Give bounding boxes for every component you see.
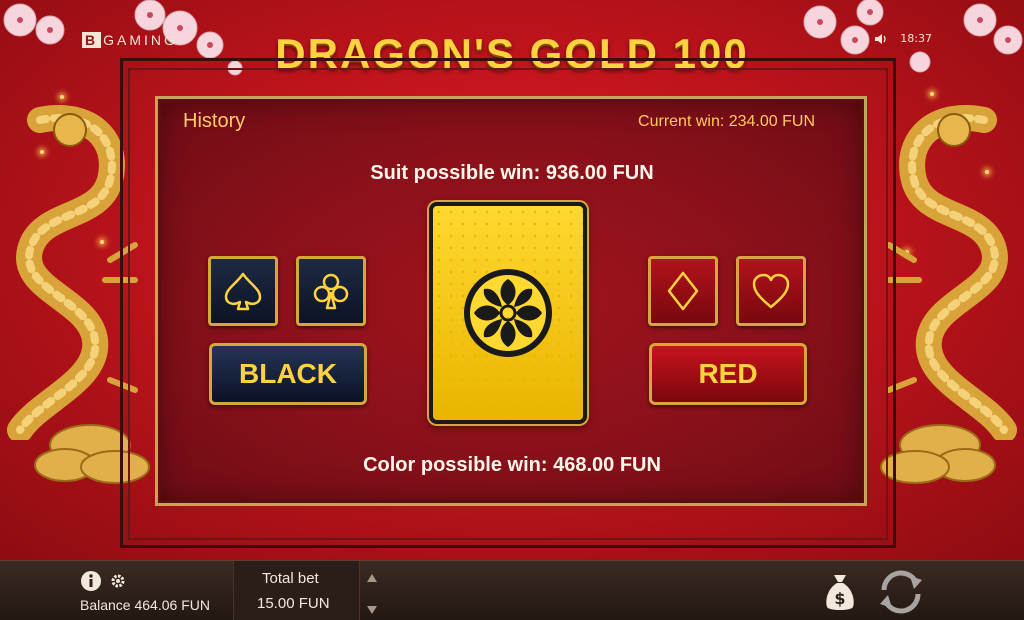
total-bet-box: Total bet 15.00 FUN xyxy=(233,561,360,620)
current-win-label: Current win: 234.00 FUN xyxy=(638,113,815,130)
heart-button[interactable] xyxy=(736,256,806,326)
clock-time: 18:37 xyxy=(900,32,932,45)
spade-button[interactable] xyxy=(208,256,278,326)
sparkle xyxy=(930,92,934,96)
balance-label: Balance 464.06 FUN xyxy=(80,597,210,613)
bet-increase-arrow-icon[interactable] xyxy=(366,573,378,583)
red-button[interactable]: RED xyxy=(649,343,807,405)
spin-refresh-icon[interactable] xyxy=(874,568,928,616)
money-bag-icon[interactable]: $ xyxy=(823,571,857,613)
status-area: 18:37 xyxy=(874,32,932,45)
bet-decrease-arrow-icon[interactable] xyxy=(366,605,378,615)
spade-icon xyxy=(224,272,262,311)
diamond-icon xyxy=(667,271,699,311)
bottom-bar: Balance 464.06 FUN Total bet 15.00 FUN $ xyxy=(0,560,1024,620)
club-icon xyxy=(313,273,349,310)
svg-text:$: $ xyxy=(834,589,845,608)
heart-icon xyxy=(752,273,790,309)
color-possible-win-label: Color possible win: 468.00 FUN xyxy=(363,454,661,476)
history-link[interactable]: History xyxy=(183,110,245,133)
total-bet-label: Total bet xyxy=(262,570,319,587)
diamond-button[interactable] xyxy=(648,256,718,326)
right-dragon-illustration xyxy=(886,105,1017,440)
settings-gear-icon[interactable] xyxy=(110,573,126,589)
suit-possible-win-label: Suit possible win: 936.00 FUN xyxy=(370,162,654,184)
club-button[interactable] xyxy=(296,256,366,326)
info-icon[interactable] xyxy=(80,570,102,592)
sparkle xyxy=(60,95,64,99)
speaker-icon[interactable] xyxy=(874,33,888,45)
flower-emblem-icon xyxy=(464,269,552,357)
black-button[interactable]: BLACK xyxy=(209,343,367,405)
gamble-card-back xyxy=(429,202,587,424)
total-bet-value: 15.00 FUN xyxy=(257,595,330,612)
